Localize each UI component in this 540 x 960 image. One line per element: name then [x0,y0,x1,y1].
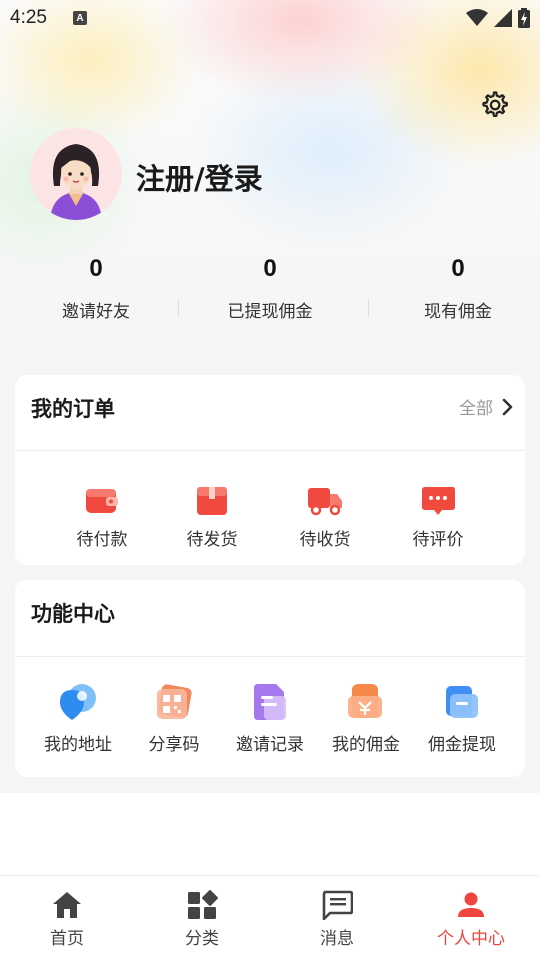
message-icon [322,890,353,920]
comment-icon [422,487,455,515]
function-item-label: 分享码 [148,735,200,755]
tab-profile[interactable]: 个人中心 [421,890,521,949]
functions-title: 功能中心 [31,602,115,626]
bottom-tab-bar: 首页 分类 消息 个人中心 [0,875,540,960]
order-pending-receipt[interactable]: 待收货 [275,483,375,550]
function-my-address[interactable]: 我的地址 [28,682,128,755]
withdraw-icon [446,686,478,718]
tab-messages[interactable]: 消息 [287,890,387,949]
tab-label: 个人中心 [437,929,505,949]
stat-invite-friends[interactable]: 0 邀请好友 [16,255,176,322]
stat-value: 0 [451,255,465,282]
location-icon [60,684,96,720]
stat-value: 0 [89,255,103,282]
my-orders-card: 我的订单 全部 待付款 待发货 待收货 待评价 [15,375,525,565]
order-item-label: 待付款 [76,530,128,550]
function-invite-records[interactable]: 邀请记录 [220,682,320,755]
person-icon [458,892,484,917]
qrcode-icon [157,684,192,719]
orders-view-all-button[interactable]: 全部 [459,394,513,419]
status-time: 4:25 [10,7,47,28]
content-blank-area [0,793,540,875]
order-pending-payment[interactable]: 待付款 [52,483,152,550]
login-register-link[interactable]: 注册/登录 [136,156,263,198]
tab-label: 分类 [185,929,219,949]
card-divider [15,656,525,657]
stat-label: 已提现佣金 [227,302,313,322]
wifi-icon [466,9,488,26]
function-item-label: 邀请记录 [236,735,304,755]
order-item-label: 待收货 [299,530,351,550]
avatar-illustration [50,144,102,220]
function-my-commission[interactable]: 我的佣金 [316,682,416,755]
package-icon [197,487,227,515]
function-share-code[interactable]: 分享码 [124,682,224,755]
card-divider [15,450,525,451]
orders-title: 我的订单 [31,397,115,421]
order-item-label: 待评价 [412,530,464,550]
view-all-label: 全部 [459,399,493,419]
stat-label: 现有佣金 [424,302,492,322]
status-bar: 4:25 A [0,0,540,36]
function-commission-withdraw[interactable]: 佣金提现 [412,682,512,755]
user-avatar[interactable] [30,128,122,220]
function-center-card: 功能中心 我的地址 分享码 邀请记录 我的佣金 佣金提现 [15,580,525,777]
stat-divider [178,300,179,316]
stat-label: 邀请好友 [62,302,130,322]
settings-gear-icon[interactable] [477,89,511,123]
order-item-label: 待发货 [186,530,238,550]
order-pending-review[interactable]: 待评价 [388,483,488,550]
category-icon [188,890,218,919]
tab-label: 消息 [320,929,354,949]
function-item-label: 佣金提现 [428,735,496,755]
home-icon [53,892,81,918]
battery-icon [518,8,530,28]
commission-icon [348,684,382,718]
signal-icon [494,9,512,27]
stat-value: 0 [263,255,277,282]
document-icon [254,684,286,720]
stat-divider [368,300,369,316]
stat-withdrawn-commission[interactable]: 0 已提现佣金 [190,255,350,322]
tab-label: 首页 [50,929,84,949]
truck-icon [308,488,342,516]
tab-home[interactable]: 首页 [17,890,117,949]
function-item-label: 我的地址 [44,735,112,755]
notification-icon: A [72,11,87,25]
chevron-right-icon [502,398,513,415]
stat-current-commission[interactable]: 0 现有佣金 [378,255,538,322]
tab-category[interactable]: 分类 [152,890,252,949]
function-item-label: 我的佣金 [332,735,400,755]
order-pending-shipment[interactable]: 待发货 [162,483,262,550]
wallet-icon [86,489,118,513]
